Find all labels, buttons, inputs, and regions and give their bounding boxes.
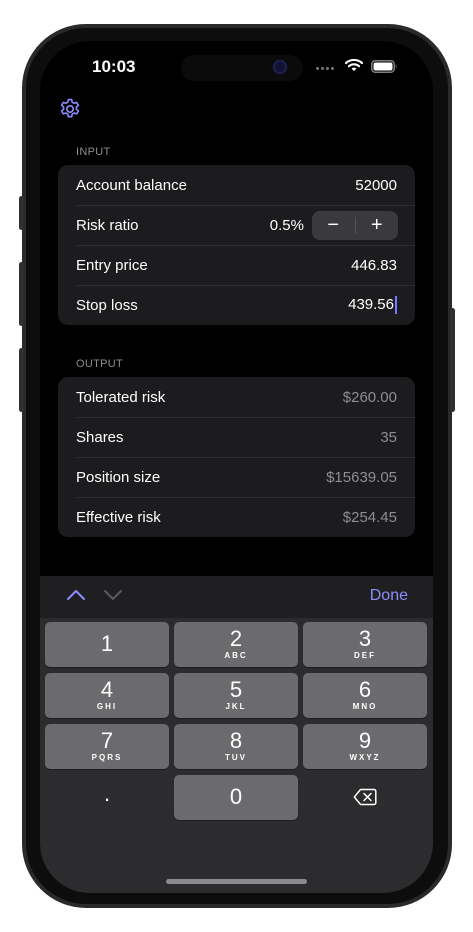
key-5[interactable]: 5 JKL bbox=[174, 673, 298, 718]
risk-ratio-stepper: − + bbox=[312, 210, 399, 240]
entry-price-label: Entry price bbox=[76, 256, 148, 274]
increment-button[interactable]: + bbox=[356, 211, 399, 240]
position-size-row: Position size $15639.05 bbox=[58, 457, 415, 497]
account-balance-row[interactable]: Account balance 52000 bbox=[58, 165, 415, 205]
delete-backspace-icon bbox=[353, 788, 377, 806]
volume-up-button bbox=[19, 262, 24, 326]
key-8-digit: 8 bbox=[229, 728, 243, 753]
risk-ratio-row: Risk ratio 0.5% − + bbox=[58, 205, 415, 245]
shares-label: Shares bbox=[76, 428, 124, 446]
gear-icon[interactable] bbox=[58, 97, 82, 121]
input-section-label: INPUT bbox=[76, 146, 111, 158]
tolerated-risk-row: Tolerated risk $260.00 bbox=[58, 377, 415, 417]
chevron-up-icon[interactable] bbox=[66, 589, 86, 601]
number-pad: 1 2 ABC 3 DEF 4 GHI 5 JKL 6 MNO 7 PQRS 8… bbox=[40, 618, 433, 893]
battery-icon bbox=[371, 60, 397, 73]
key-4-digit: 4 bbox=[100, 677, 114, 702]
key-9-letters: WXYZ bbox=[349, 753, 381, 762]
key-7-letters: PQRS bbox=[91, 753, 123, 762]
key-7-digit: 7 bbox=[100, 728, 114, 753]
key-decimal-glyph: . bbox=[103, 781, 111, 806]
key-0[interactable]: 0 bbox=[174, 775, 298, 820]
status-time: 10:03 bbox=[92, 57, 136, 76]
key-2-letters: ABC bbox=[224, 651, 248, 660]
key-8-letters: TUV bbox=[225, 753, 247, 762]
key-4[interactable]: 4 GHI bbox=[45, 673, 169, 718]
risk-ratio-label: Risk ratio bbox=[76, 216, 139, 234]
key-4-letters: GHI bbox=[96, 702, 118, 711]
keyboard-toolbar: Done bbox=[40, 576, 433, 618]
stop-loss-field[interactable]: 439.56 bbox=[348, 295, 397, 315]
key-3[interactable]: 3 DEF bbox=[303, 622, 427, 667]
key-6[interactable]: 6 MNO bbox=[303, 673, 427, 718]
screen: 10:03 INPUT Account balance 52000 Risk r… bbox=[40, 41, 433, 893]
output-section-label: OUTPUT bbox=[76, 358, 124, 370]
wifi-icon bbox=[345, 58, 363, 71]
key-1[interactable]: 1 bbox=[45, 622, 169, 667]
key-5-letters: JKL bbox=[225, 702, 247, 711]
entry-price-field[interactable]: 446.83 bbox=[351, 257, 397, 274]
account-balance-label: Account balance bbox=[76, 176, 187, 194]
shares-value: 35 bbox=[380, 428, 397, 446]
key-3-letters: DEF bbox=[354, 651, 376, 660]
position-size-label: Position size bbox=[76, 468, 161, 486]
key-8[interactable]: 8 TUV bbox=[174, 724, 298, 769]
stop-loss-value: 439.56 bbox=[348, 295, 394, 313]
key-9-digit: 9 bbox=[358, 728, 372, 753]
key-6-letters: MNO bbox=[352, 702, 378, 711]
decrement-button[interactable]: − bbox=[312, 211, 355, 240]
position-size-value: $15639.05 bbox=[326, 468, 397, 486]
effective-risk-row: Effective risk $254.45 bbox=[58, 497, 415, 537]
output-group: Tolerated risk $260.00 Shares 35 Positio… bbox=[58, 377, 415, 537]
input-group: Account balance 52000 Risk ratio 0.5% − … bbox=[58, 165, 415, 325]
key-3-digit: 3 bbox=[358, 626, 372, 651]
entry-price-row[interactable]: Entry price 446.83 bbox=[58, 245, 415, 285]
effective-risk-label: Effective risk bbox=[76, 508, 161, 526]
key-delete[interactable] bbox=[303, 775, 427, 820]
key-0-digit: 0 bbox=[229, 784, 243, 809]
stop-loss-label: Stop loss bbox=[76, 296, 138, 314]
done-button[interactable]: Done bbox=[370, 587, 408, 605]
account-balance-field[interactable]: 52000 bbox=[355, 177, 397, 194]
tolerated-risk-value: $260.00 bbox=[342, 388, 397, 406]
cellular-signal-icon bbox=[316, 67, 334, 70]
key-2[interactable]: 2 ABC bbox=[174, 622, 298, 667]
status-bar: 10:03 bbox=[40, 41, 433, 95]
front-camera bbox=[273, 60, 287, 74]
key-5-digit: 5 bbox=[229, 677, 243, 702]
volume-down-button bbox=[19, 348, 24, 412]
key-2-digit: 2 bbox=[229, 626, 243, 651]
key-9[interactable]: 9 WXYZ bbox=[303, 724, 427, 769]
text-cursor bbox=[395, 296, 397, 315]
effective-risk-value: $254.45 bbox=[342, 508, 397, 526]
key-7[interactable]: 7 PQRS bbox=[45, 724, 169, 769]
key-decimal[interactable]: . bbox=[45, 775, 169, 820]
action-button bbox=[19, 196, 24, 230]
stop-loss-row[interactable]: Stop loss 439.56 bbox=[58, 285, 415, 325]
chevron-down-icon[interactable] bbox=[103, 589, 123, 601]
power-button bbox=[450, 308, 455, 412]
key-6-digit: 6 bbox=[358, 677, 372, 702]
key-1-digit: 1 bbox=[100, 631, 114, 656]
shares-row: Shares 35 bbox=[58, 417, 415, 457]
risk-ratio-value: 0.5% bbox=[269, 216, 304, 234]
home-indicator bbox=[166, 879, 307, 884]
tolerated-risk-label: Tolerated risk bbox=[76, 388, 166, 406]
